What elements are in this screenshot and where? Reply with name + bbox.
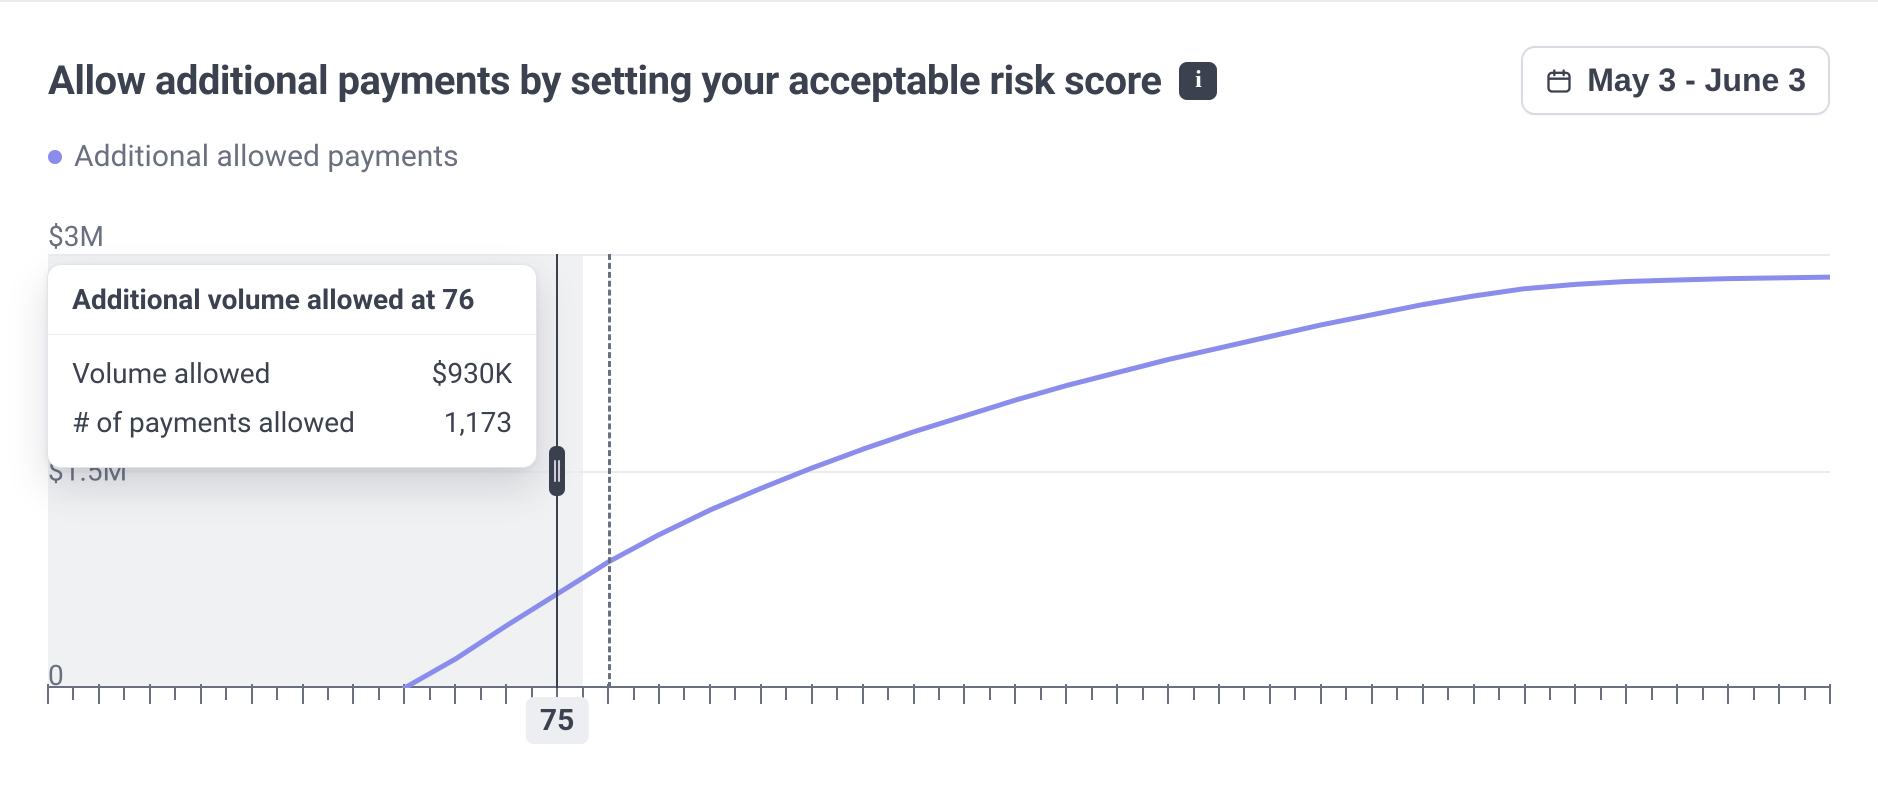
date-range-button[interactable]: May 3 - June 3 bbox=[1521, 46, 1830, 115]
tooltip-value: 1,173 bbox=[444, 406, 512, 439]
x-axis-ticks bbox=[48, 688, 1830, 700]
tooltip-value: $930K bbox=[432, 357, 513, 390]
tooltip-key: # of payments allowed bbox=[72, 406, 355, 439]
legend: Additional allowed payments bbox=[48, 139, 1830, 174]
chart-header: Allow additional payments by setting you… bbox=[48, 46, 1830, 115]
y-axis-label-top: $3M bbox=[48, 220, 108, 253]
tooltip-row: Volume allowed $930K bbox=[72, 349, 512, 398]
tooltip-key: Volume allowed bbox=[72, 357, 270, 390]
threshold-value-badge: 75 bbox=[526, 697, 588, 744]
tooltip-title: Additional volume allowed at 76 bbox=[48, 265, 536, 335]
calendar-icon bbox=[1545, 67, 1573, 95]
hover-indicator-line bbox=[608, 254, 611, 688]
hover-tooltip: Additional volume allowed at 76 Volume a… bbox=[47, 264, 537, 468]
chart[interactable]: $3M $1.5M 0 75 Additional volume allowed… bbox=[48, 220, 1830, 748]
page-title: Allow additional payments by setting you… bbox=[48, 57, 1161, 104]
date-range-label: May 3 - June 3 bbox=[1587, 62, 1806, 99]
plot-area[interactable]: $1.5M 0 75 Additional volume allowed at … bbox=[48, 254, 1830, 688]
info-icon[interactable]: i bbox=[1179, 62, 1217, 100]
threshold-slider-handle[interactable] bbox=[549, 446, 565, 496]
tooltip-row: # of payments allowed 1,173 bbox=[72, 398, 512, 447]
legend-dot-icon bbox=[48, 150, 62, 164]
legend-series-label: Additional allowed payments bbox=[74, 139, 459, 174]
